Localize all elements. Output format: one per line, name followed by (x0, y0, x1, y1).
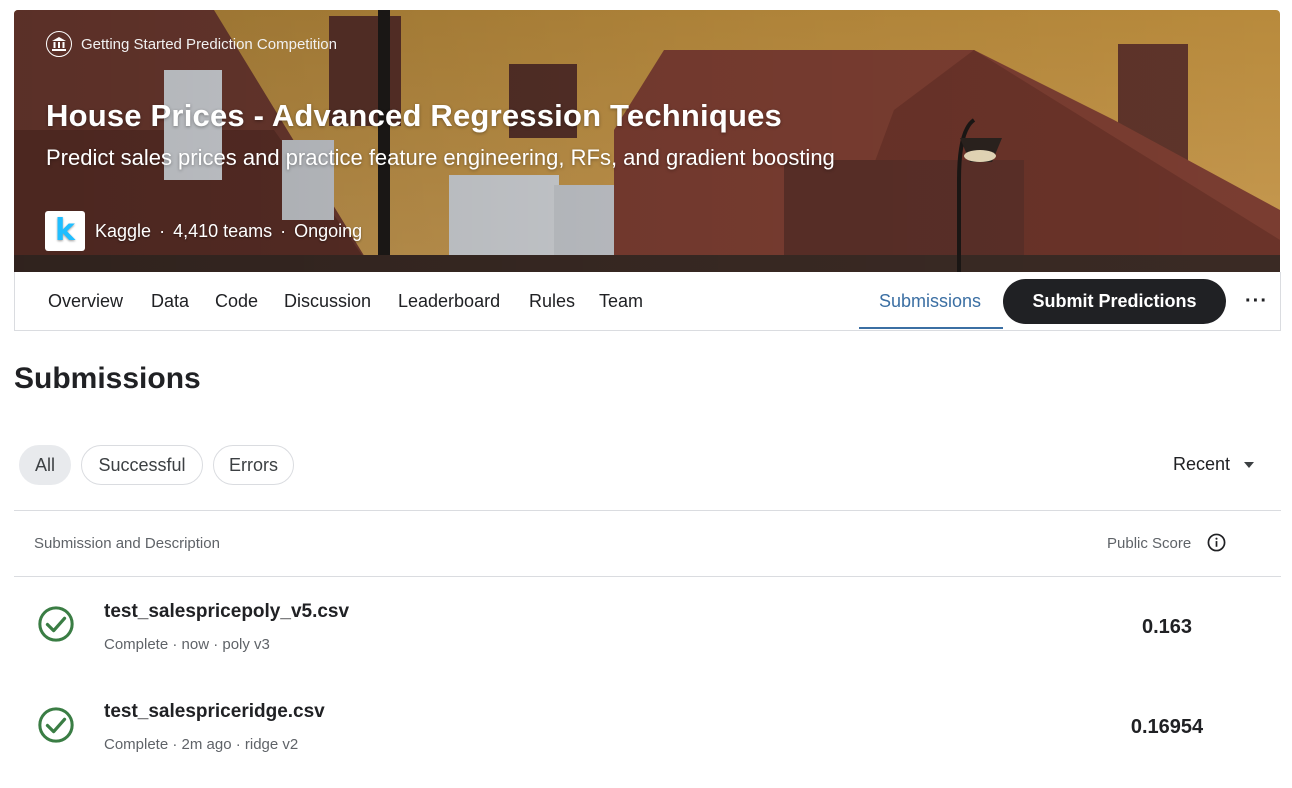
more-options-icon[interactable]: ··· (1245, 290, 1268, 313)
bank-icon (46, 31, 72, 57)
column-header-submission: Submission and Description (34, 535, 220, 552)
check-circle-icon (38, 606, 74, 642)
tab-team[interactable]: Team (599, 291, 643, 312)
tab-code[interactable]: Code (215, 291, 258, 312)
competition-tabs: Overview Data Code Discussion Leaderboar… (14, 272, 1281, 331)
tab-rules[interactable]: Rules (529, 291, 575, 312)
competition-category-label: Getting Started Prediction Competition (81, 35, 337, 53)
sort-dropdown[interactable]: Recent (1173, 454, 1255, 475)
competition-title: House Prices - Advanced Regression Techn… (46, 98, 783, 133)
column-header-public-score: Public Score (1107, 535, 1192, 552)
page-title: Submissions (14, 362, 201, 395)
tab-overview[interactable]: Overview (48, 291, 123, 312)
caret-down-icon (1244, 461, 1255, 468)
submission-description: Complete · 2m ago · ridge v2 (104, 736, 299, 753)
sort-dropdown-label: Recent (1173, 454, 1231, 474)
tab-discussion[interactable]: Discussion (284, 291, 371, 312)
public-score: 0.16954 (1130, 716, 1204, 738)
submission-file-name[interactable]: test_salespriceridge.csv (104, 701, 325, 723)
competition-meta: k Kaggle · 4,410 teams · Ongoing (45, 211, 362, 251)
competition-header-banner: Getting Started Prediction Competition H… (14, 10, 1280, 272)
submit-predictions-button[interactable]: Submit Predictions (1003, 279, 1226, 324)
team-count: 4,410 teams (173, 220, 273, 241)
meta-separator: · (159, 220, 166, 241)
competition-subtitle: Predict sales prices and practice featur… (46, 145, 835, 170)
active-tab-indicator (859, 327, 1003, 329)
table-header-divider (14, 576, 1281, 577)
tab-data[interactable]: Data (151, 291, 189, 312)
submission-file-name[interactable]: test_salespricepoly_v5.csv (104, 601, 349, 623)
filter-chip-successful[interactable]: Successful (81, 445, 203, 485)
meta-separator: · (280, 220, 287, 241)
kaggle-logo-icon[interactable]: k (45, 211, 85, 251)
table-top-divider (14, 510, 1281, 511)
filter-chip-all[interactable]: All (19, 445, 71, 485)
competition-status: Ongoing (294, 220, 363, 241)
tab-submissions[interactable]: Submissions (879, 291, 981, 312)
public-score: 0.163 (1141, 616, 1193, 638)
host-name[interactable]: Kaggle (95, 221, 151, 242)
submission-description: Complete · now · poly v3 (104, 636, 270, 653)
check-circle-icon (38, 707, 74, 743)
tab-leaderboard[interactable]: Leaderboard (398, 291, 500, 312)
info-icon[interactable] (1207, 533, 1226, 552)
filter-chip-errors[interactable]: Errors (213, 445, 294, 485)
competition-category: Getting Started Prediction Competition (46, 31, 337, 57)
